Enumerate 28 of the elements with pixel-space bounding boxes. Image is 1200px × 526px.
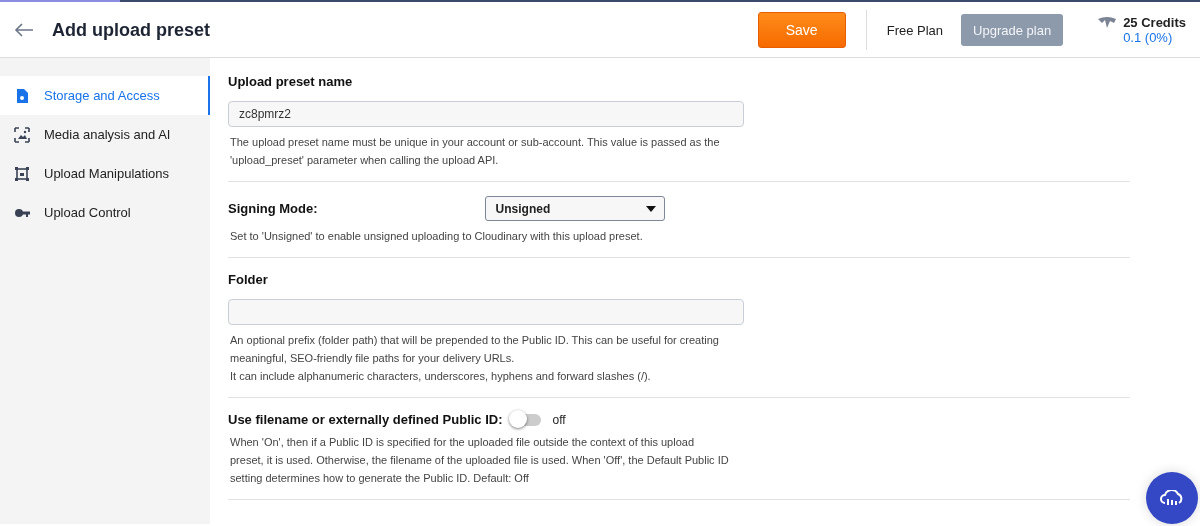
text-field[interactable]: [228, 299, 744, 325]
text-field[interactable]: zc8pmrz2: [228, 101, 744, 127]
credits-usage[interactable]: 0.1 (0%): [1123, 30, 1186, 45]
field-label: Use filename or externally defined Public ID:: [228, 412, 503, 427]
back-arrow-icon[interactable]: [14, 23, 34, 37]
caret-icon: [645, 205, 656, 212]
sidebar-item[interactable]: Upload Control: [0, 193, 210, 232]
toggle-state-text: off: [552, 412, 566, 427]
field-label: Signing Mode:: [228, 201, 318, 216]
help-text: It can include alphanumeric characters, underscores, hyphens and forward slashes (/).: [230, 369, 652, 384]
toggle-switch[interactable]: [510, 413, 541, 426]
sidebar-item[interactable]: Storage and Access: [0, 76, 210, 115]
help-text: An optional prefix (folder path) that will be prepended to the Public ID. This can be useful for creating meaningful, SEO-friendly file paths for your delivery URLs.: [230, 333, 720, 366]
signing-mode-dropdown[interactable]: Unsigned: [484, 196, 665, 221]
sidebar-item[interactable]: Upload Manipulations: [0, 154, 210, 193]
field-label: Folder: [228, 272, 269, 287]
help-text: When 'On', then if a Public ID is specified for the uploaded file outside the context of this upload preset, it is used. Otherwise, the filename of the uploaded file is used. When 'Off', the Default Public ID setting determines how to generate the Public ID. Default: Off: [230, 435, 730, 486]
help-text: The upload preset name must be unique in your account or sub-account. This value is passed as the 'upload_preset' parameter when calling the upload API.: [230, 135, 721, 168]
crop-frame-icon: [14, 165, 30, 182]
cloud-icon: [1160, 490, 1184, 506]
field-label: Upload preset name: [228, 74, 354, 89]
cloud-chat-button[interactable]: [1146, 472, 1198, 524]
sidebar-item[interactable]: Media analysis and AI: [0, 115, 210, 154]
help-text: Set to 'Unsigned' to enable unsigned uploading to Cloudinary with this upload preset.: [230, 229, 644, 244]
page-title: Add upload preset: [52, 19, 210, 41]
credits-count: 25 Credits: [1123, 15, 1186, 30]
image-frame-icon: [14, 126, 30, 143]
plan-label: Free Plan: [886, 22, 944, 38]
